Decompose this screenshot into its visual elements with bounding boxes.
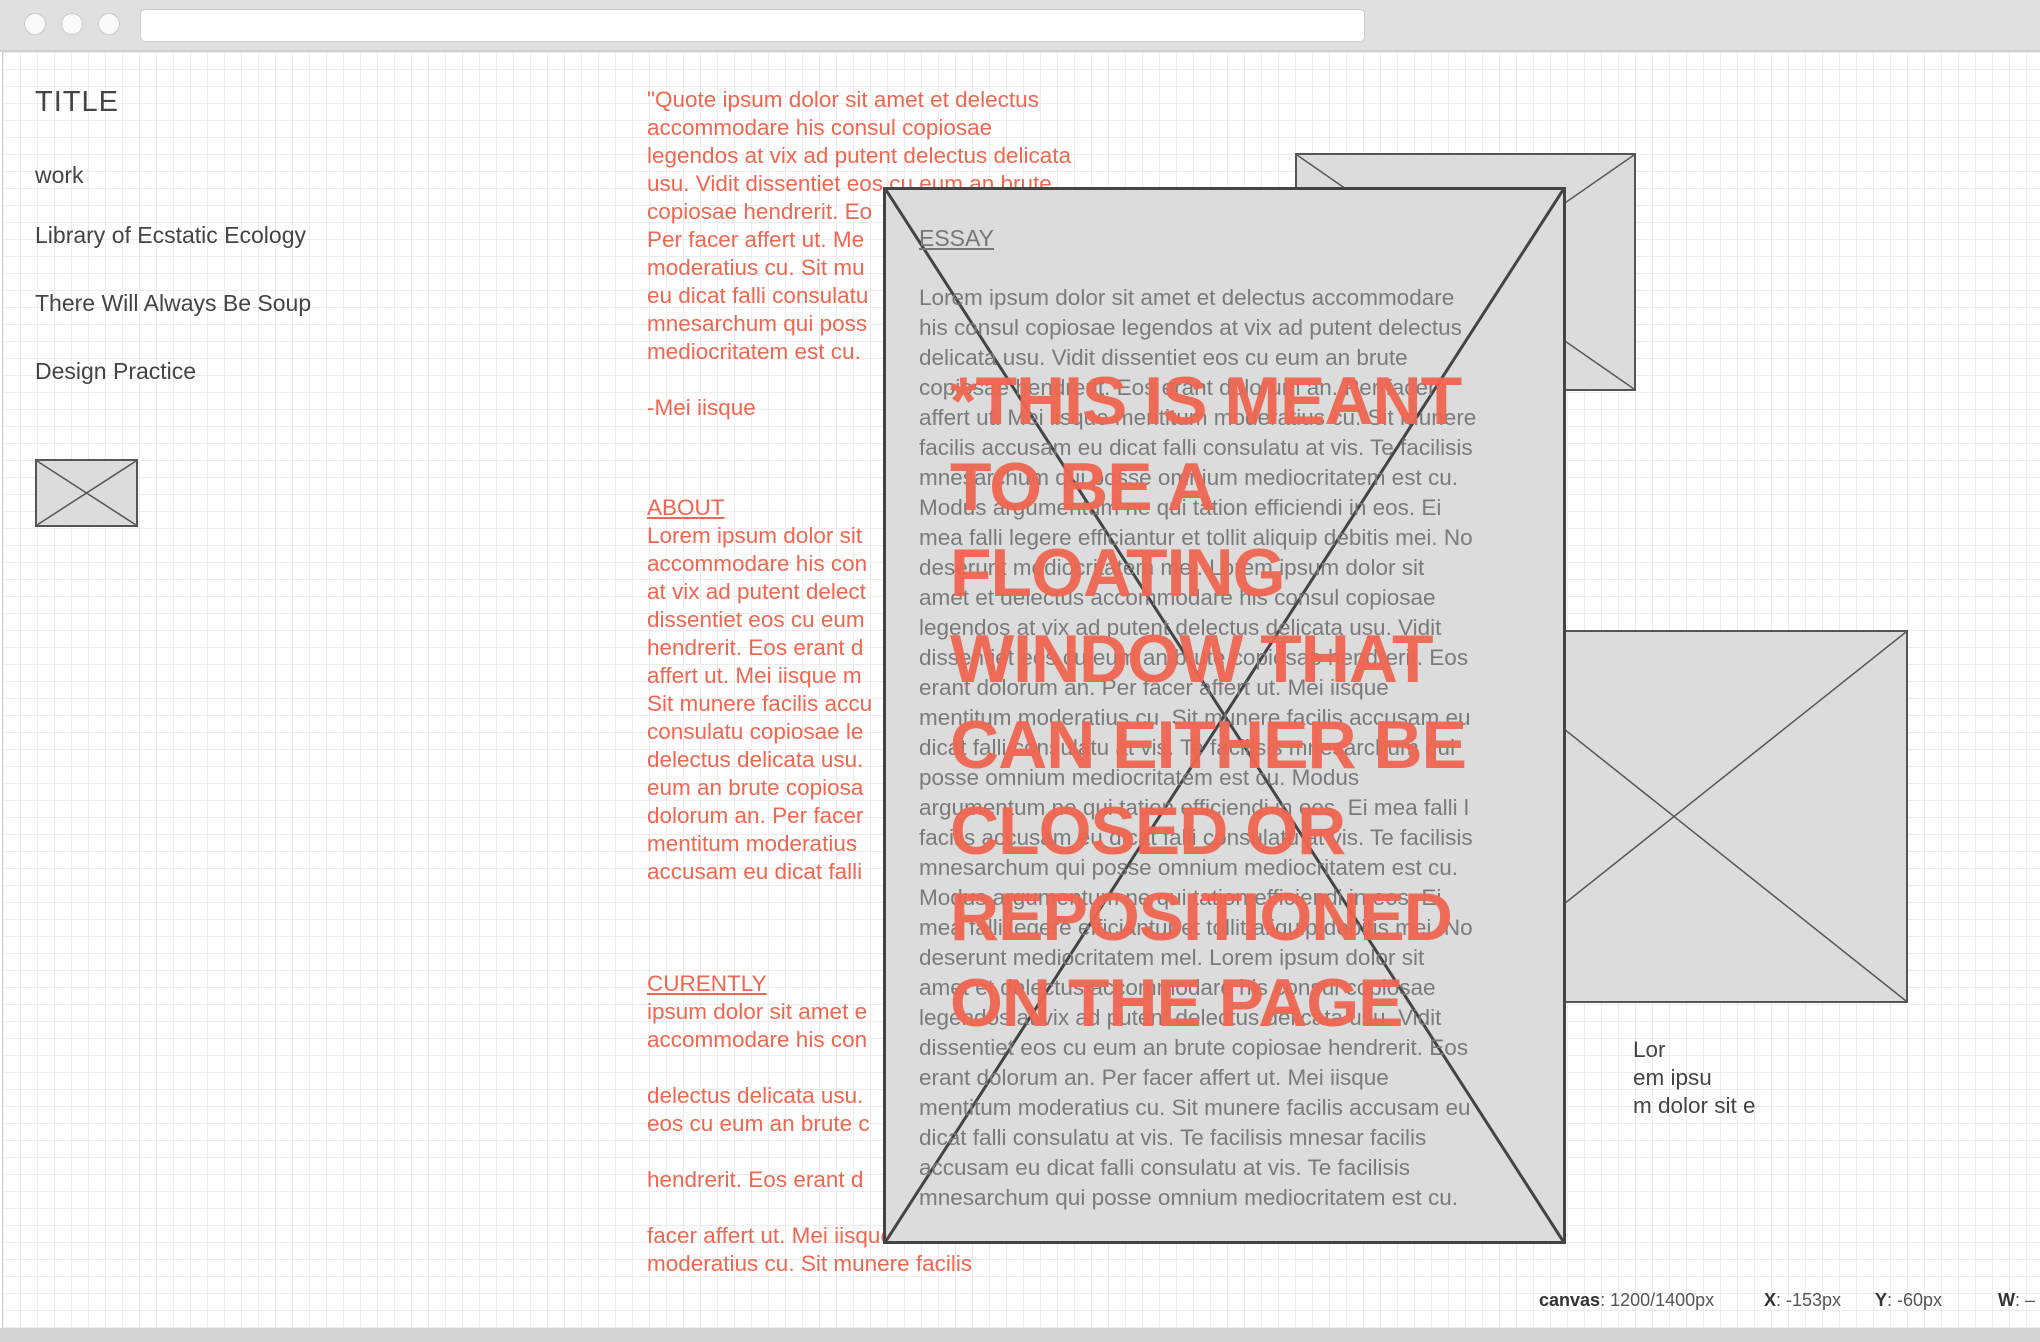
essay-line: mentitum moderatius cu. Sit munere facil… (919, 1095, 1471, 1120)
essay-line: dicat falli consulatu at vis. Te facilis… (919, 1125, 1427, 1150)
essay-line: his consul copiosae legendos at vix ad p… (919, 315, 1462, 340)
thumbnail-image-placeholder (35, 459, 138, 527)
status-label: X (1764, 1290, 1777, 1310)
status-value: : 1200/1400px (1600, 1290, 1715, 1310)
status-value: : -153px (1776, 1290, 1842, 1310)
status-label: Y (1875, 1290, 1888, 1310)
right-caption-line: Lor (1633, 1037, 1666, 1062)
window-minimize-button[interactable] (61, 13, 83, 35)
site-title: TITLE (35, 86, 119, 118)
annotation-line: FLOATING (950, 535, 1285, 611)
annotation-line: TO BE A (950, 449, 1216, 525)
right-caption-line: em ipsu (1633, 1065, 1712, 1090)
nav-item-work[interactable]: work (35, 162, 84, 189)
essay-line: accusam eu dicat falli consulatu at vis.… (919, 1155, 1411, 1180)
nav-item-soup[interactable]: There Will Always Be Soup (35, 290, 311, 317)
essay-line: erant dolorum an. Per facer affert ut. M… (919, 1065, 1389, 1090)
nav-item-library[interactable]: Library of Ecstatic Ecology (35, 222, 306, 249)
quote-line: accommodare his consul copiosae (647, 115, 993, 140)
status-value: : -60px (1887, 1290, 1943, 1310)
window-close-button[interactable] (24, 13, 46, 35)
annotation-line: CLOSED OR (950, 793, 1346, 869)
address-bar[interactable] (140, 9, 1365, 42)
annotation-line: REPOSITIONED (950, 879, 1453, 955)
annotation-line: CAN EITHER BE (950, 707, 1467, 783)
annotation-line: *THIS IS MEANT (950, 363, 1462, 439)
essay-line: mnesarchum qui posse omnium mediocritate… (919, 1185, 1458, 1210)
essay-heading-link[interactable]: ESSAY (919, 225, 994, 252)
status-y: Y: -60px (1875, 1290, 1942, 1311)
annotation-line: ON THE PAGE (950, 965, 1403, 1041)
nav-item-design-practice[interactable]: Design Practice (35, 358, 196, 385)
status-canvas-size: canvas: 1200/1400px (1539, 1290, 1714, 1311)
right-caption: Lor em ipsu m dolor sit e (1633, 1036, 1756, 1120)
status-w: W: – (1998, 1290, 2035, 1311)
status-label: W (1998, 1290, 2015, 1310)
status-x: X: -153px (1764, 1290, 1841, 1311)
window-maximize-button[interactable] (98, 13, 120, 35)
right-caption-line: m dolor sit e (1633, 1093, 1756, 1118)
quote-line: legendos at vix ad putent delectus delic… (647, 143, 1072, 168)
currently-line: moderatius cu. Sit munere facilis (647, 1251, 973, 1276)
status-label: canvas (1539, 1290, 1601, 1310)
annotation-line: WINDOW THAT (950, 621, 1434, 697)
essay-line: Lorem ipsum dolor sit amet et delectus a… (919, 285, 1455, 310)
floating-window-annotation: *THIS IS MEANT TO BE A FLOATING WINDOW T… (950, 358, 1570, 1046)
quote-line: "Quote ipsum dolor sit amet et delectus (647, 87, 1039, 112)
browser-toolbar (0, 0, 2040, 52)
horizontal-scrollbar[interactable] (0, 1328, 2040, 1342)
status-value: : – (2015, 1290, 2036, 1310)
